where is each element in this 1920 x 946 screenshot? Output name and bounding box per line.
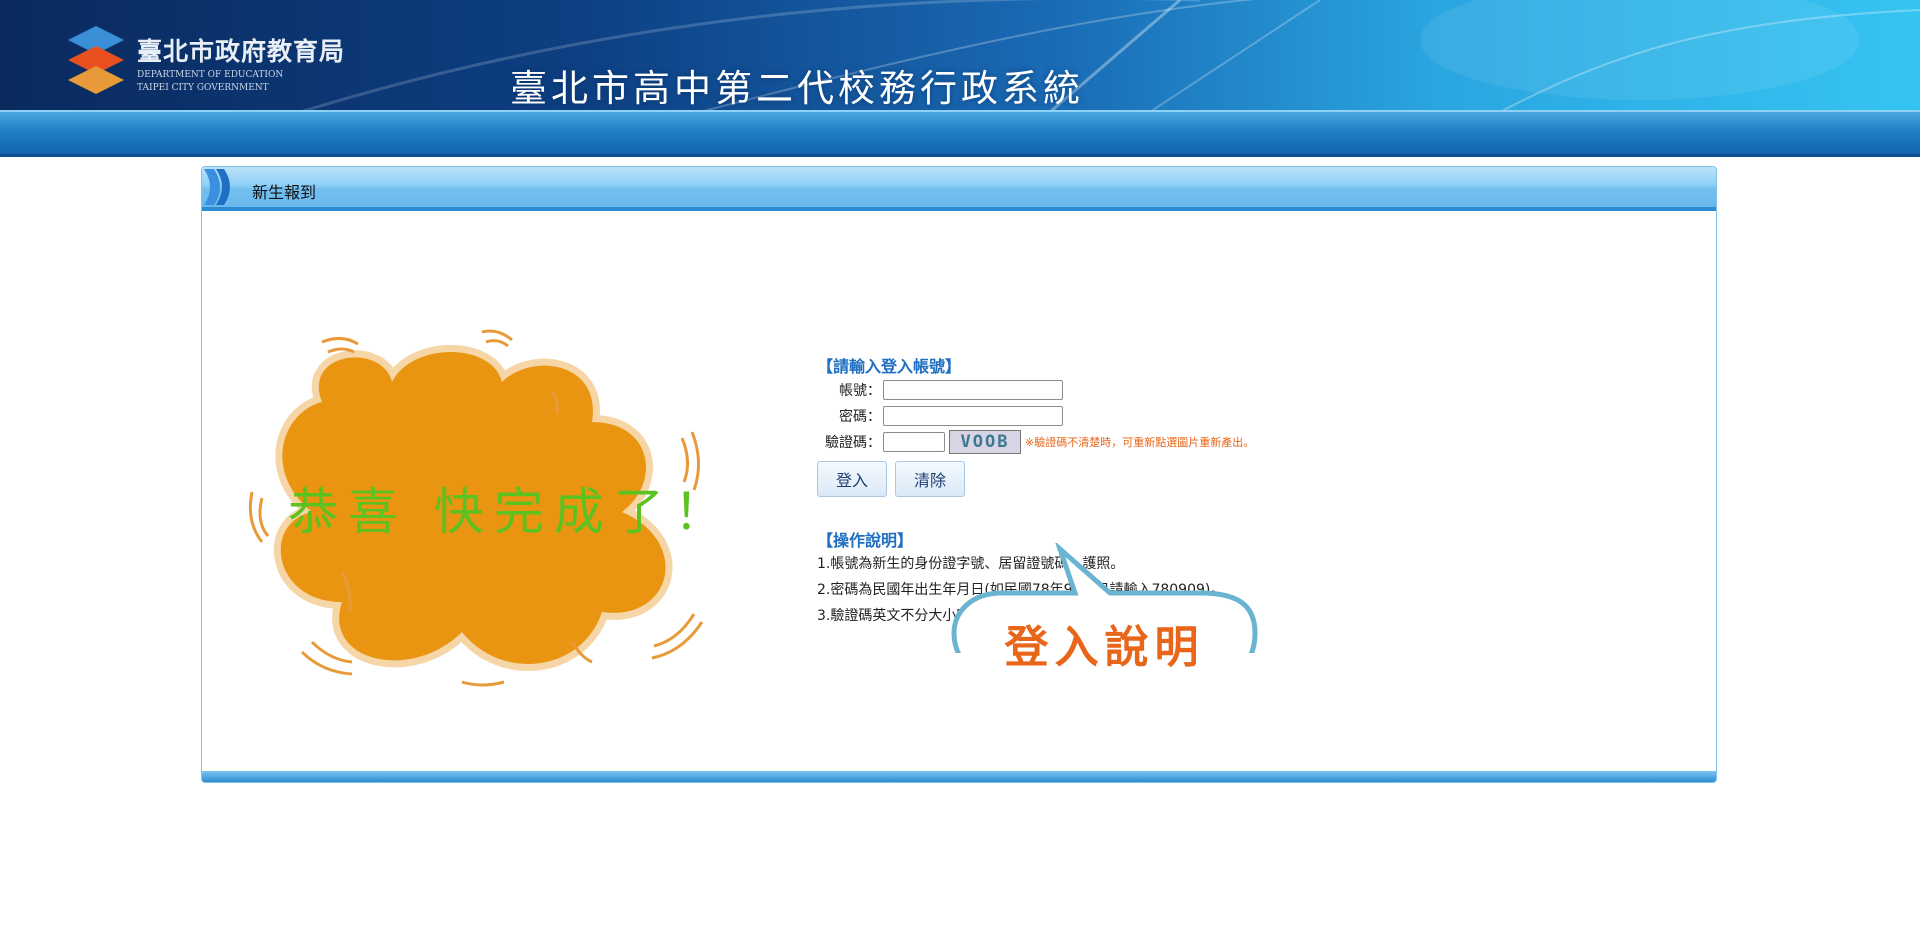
logo-english-name-line1: DEPARTMENT OF EDUCATION [137,70,284,80]
password-row: 密碼： [817,403,1517,429]
clear-button[interactable]: 清除 [895,461,966,497]
account-label: 帳號： [839,383,881,399]
education-bureau-logo-text: 臺北市政府教育局 DEPARTMENT OF EDUCATION TAIPEI … [137,32,345,94]
congratulations-text: 恭喜 快完成了！ [288,483,734,541]
captcha-note: ※驗證碼不清楚時，可重新點選圖片重新產出。 [1025,436,1255,449]
login-buttons: 登入 清除 [817,461,1517,497]
captcha-input[interactable] [883,432,945,452]
logo-english-name-line2: TAIPEI CITY GOVERNMENT [137,83,269,93]
system-title: 臺北市高中第二代校務行政系統 [510,67,1084,110]
chevron-right-icon [204,169,230,205]
password-input[interactable] [883,406,1063,426]
password-label: 密碼： [839,409,881,425]
new-student-panel: 新生報到 恭喜 快完成了！ 【請輸入登入帳號】 帳號： 密碼： 驗證碼： VOO… [201,166,1717,783]
captcha-row: 驗證碼： VOOB ※驗證碼不清楚時，可重新點選圖片重新產出。 [817,429,1517,455]
panel-footer [202,771,1716,782]
login-button[interactable]: 登入 [817,461,888,497]
education-bureau-logo-icon [68,26,124,94]
nav-bar [0,110,1920,157]
header-banner: 臺北市政府教育局 DEPARTMENT OF EDUCATION TAIPEI … [0,0,1920,112]
account-row: 帳號： [817,377,1517,403]
login-section-title: 【請輸入登入帳號】 [817,357,962,376]
callout-text: 登入說明 [1004,622,1205,673]
panel-title: 新生報到 [252,183,317,202]
captcha-image[interactable]: VOOB [949,430,1021,454]
panel-header: 新生報到 [202,167,1716,211]
logo-chinese-name: 臺北市政府教育局 [137,37,346,66]
captcha-label: 驗證碼： [825,435,881,451]
account-input[interactable] [883,380,1063,400]
